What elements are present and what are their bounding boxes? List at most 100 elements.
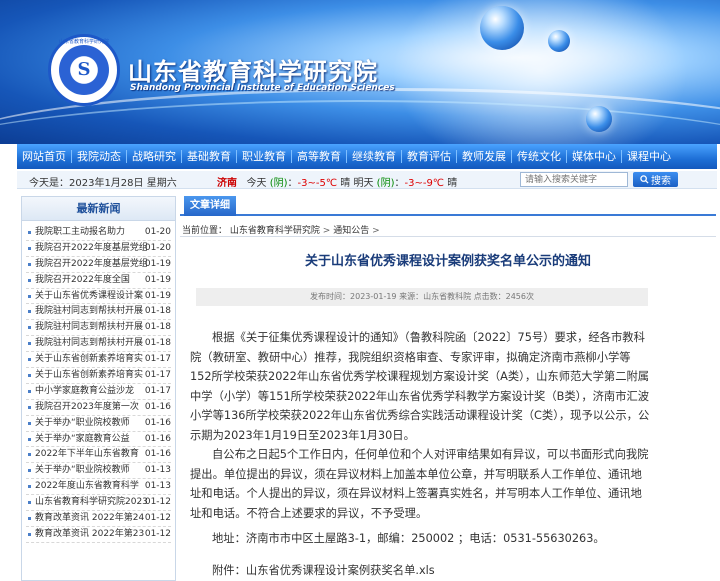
news-item[interactable]: 关于举办“职业院校教师 01-13: [26, 463, 171, 480]
weather-today-tail: 晴: [340, 178, 351, 189]
site-logo[interactable]: 山东省教育科学研究院 S: [48, 34, 120, 106]
news-item-title[interactable]: 我院职工主动报名助力: [35, 225, 147, 240]
news-item[interactable]: 我院驻村同志到帮扶村开展 01-18: [26, 320, 171, 337]
bullet-icon: [28, 262, 31, 266]
news-item-date: 01-16: [144, 401, 171, 412]
search-input[interactable]: [520, 172, 628, 187]
news-item-title[interactable]: 山东省教育科学研究院2023: [35, 495, 147, 510]
breadcrumb-separator: >: [322, 226, 331, 236]
breadcrumb-separator: >: [372, 226, 380, 236]
news-item[interactable]: 关于举办“家庭教育公益 01-16: [26, 432, 171, 448]
contact-address: 地址：济南市市中区土屋路3-1，邮编：250002 ；电话：0531-55630…: [212, 532, 605, 545]
article-body: 根据《关于征集优秀课程设计的通知》（鲁教科院函〔2022〕75号）要求，经各市教…: [190, 328, 650, 549]
news-item[interactable]: 关于山东省创新素养培育实 01-17: [26, 352, 171, 369]
news-item-date: 01-20: [144, 242, 171, 253]
bullet-icon: [28, 485, 31, 489]
news-item[interactable]: 我院召开2022年度基层党组 01-20: [26, 241, 171, 257]
bullet-icon: [28, 246, 31, 250]
search-button[interactable]: 搜索: [633, 172, 678, 187]
news-item[interactable]: 我院召开2022年度基层党组 01-19: [26, 257, 171, 273]
bullet-icon: [28, 326, 31, 330]
weather-tomorrow-label: 明天: [353, 178, 374, 189]
news-item[interactable]: 2022年度山东省教育科学 01-13: [26, 479, 171, 496]
news-item[interactable]: 关于山东省优秀课程设计案 01-19: [26, 289, 171, 305]
nav-item-home[interactable]: 网站首页: [17, 150, 72, 163]
news-item-title[interactable]: 教育改革资讯 2022年第23: [35, 527, 147, 542]
article-paragraph: 根据《关于征集优秀课程设计的通知》（鲁教科院函〔2022〕75号）要求，经各市教…: [190, 331, 650, 442]
bullet-icon: [28, 231, 31, 234]
tab-article-detail[interactable]: 文章详细: [184, 196, 236, 216]
search-icon: [640, 175, 649, 184]
news-item-title[interactable]: 关于山东省创新素养培育实: [35, 352, 147, 367]
nav-item-news[interactable]: 我院动态: [72, 150, 127, 163]
attachment-link[interactable]: 山东省优秀课程设计案例获奖名单.xls: [246, 564, 435, 577]
weather-forecast: 济南 今天 (阴)：-3~-5℃ 晴 明天 (阴)：-3~-9℃ 晴: [217, 174, 457, 189]
news-item[interactable]: 我院召开2023年度第一次 01-16: [26, 400, 171, 416]
news-item-date: 01-18: [144, 338, 171, 349]
weather-tomorrow-temp: -3~-9℃: [404, 178, 445, 189]
nav-item-continuing-education[interactable]: 继续教育: [347, 150, 402, 163]
news-item[interactable]: 中小学家庭教育公益沙龙 01-17: [26, 384, 171, 400]
nav-item-traditional-culture[interactable]: 传统文化: [512, 150, 567, 163]
nav-item-course-center[interactable]: 课程中心: [622, 150, 676, 163]
news-item-title[interactable]: 教育改革资讯 2022年第24: [35, 511, 147, 526]
news-item-title[interactable]: 我院召开2023年度第一次: [35, 400, 147, 415]
weather-today-condition: (阴): [269, 178, 288, 189]
nav-item-evaluation[interactable]: 教育评估: [402, 150, 457, 163]
news-item-date: 01-12: [144, 528, 171, 539]
bullet-icon: [28, 469, 31, 473]
weather-today-label: 今天: [246, 178, 267, 189]
breadcrumb-home-link[interactable]: 山东省教育科学研究院: [230, 226, 320, 236]
nav-item-vocational-education[interactable]: 职业教育: [237, 150, 292, 163]
news-item-title[interactable]: 关于山东省创新素养培育实: [35, 368, 147, 383]
news-item-title[interactable]: 中小学家庭教育公益沙龙: [35, 384, 147, 399]
news-item-title[interactable]: 我院驻村同志到帮扶村开展: [35, 320, 147, 335]
news-item[interactable]: 关于举办“职业院校教师 01-16: [26, 416, 171, 432]
news-item-date: 01-12: [144, 513, 171, 524]
news-item-title[interactable]: 2022年下半年山东省教育: [35, 447, 147, 462]
bullet-icon: [28, 532, 31, 536]
news-item-date: 01-16: [144, 417, 171, 428]
bullet-icon: [28, 517, 31, 521]
bullet-icon: [28, 405, 31, 409]
news-item-date: 01-17: [144, 385, 171, 396]
news-item[interactable]: 我院职工主动报名助力 01-20: [26, 225, 171, 241]
news-item-title[interactable]: 2022年度山东省教育科学: [35, 479, 147, 494]
news-item-title[interactable]: 关于举办“家庭教育公益: [35, 432, 147, 447]
news-item[interactable]: 教育改革资讯 2022年第23 01-12: [26, 527, 171, 543]
nav-item-strategy[interactable]: 战略研究: [127, 150, 182, 163]
bullet-icon: [28, 421, 31, 425]
news-item-title[interactable]: 关于山东省优秀课程设计案: [35, 289, 147, 304]
news-item[interactable]: 我院召开2022年度全国 01-19: [26, 273, 171, 289]
news-item-date: 01-16: [144, 433, 171, 444]
news-item[interactable]: 我院驻村同志到帮扶村开展 01-18: [26, 304, 171, 321]
nav-item-media-center[interactable]: 媒体中心: [567, 150, 622, 163]
bullet-icon: [28, 501, 31, 505]
news-item-date: 01-18: [144, 306, 171, 317]
news-item-title[interactable]: 我院驻村同志到帮扶村开展: [35, 304, 147, 319]
news-item-title[interactable]: 关于举办“职业院校教师: [35, 416, 147, 431]
news-list: 我院职工主动报名助力 01-20 我院召开2022年度基层党组 01-20 我院召开…: [22, 221, 175, 543]
news-item-title[interactable]: 我院驻村同志到帮扶村开展: [35, 336, 147, 351]
news-item[interactable]: 山东省教育科学研究院2023 01-12: [26, 495, 171, 512]
breadcrumb-section-link[interactable]: 通知公告: [333, 226, 369, 236]
nav-item-teacher-development[interactable]: 教师发展: [457, 150, 512, 163]
bullet-icon: [28, 358, 31, 362]
news-item-title[interactable]: 我院召开2022年度全国: [35, 273, 147, 288]
news-item-date: 01-18: [144, 322, 171, 333]
news-item-date: 01-17: [144, 370, 171, 381]
nav-item-basic-education[interactable]: 基础教育: [182, 150, 237, 163]
news-item[interactable]: 2022年下半年山东省教育 01-16: [26, 447, 171, 464]
weather-tomorrow-condition: (阴): [376, 178, 395, 189]
article-title: 关于山东省优秀课程设计案例获奖名单公示的通知: [304, 254, 591, 269]
news-item[interactable]: 我院驻村同志到帮扶村开展 01-18: [26, 336, 171, 353]
news-item-title[interactable]: 关于举办“职业院校教师: [35, 463, 147, 478]
nav-item-higher-education[interactable]: 高等教育: [292, 150, 347, 163]
news-item-title[interactable]: 我院召开2022年度基层党组: [35, 257, 147, 272]
bullet-icon: [28, 453, 31, 457]
weather-city: 济南: [217, 178, 237, 189]
news-item-title[interactable]: 我院召开2022年度基层党组: [35, 241, 147, 256]
current-date: 今天是：2023年1月28日 星期六: [29, 178, 177, 189]
news-item[interactable]: 教育改革资讯 2022年第24 01-12: [26, 511, 171, 527]
news-item[interactable]: 关于山东省创新素养培育实 01-17: [26, 368, 171, 384]
